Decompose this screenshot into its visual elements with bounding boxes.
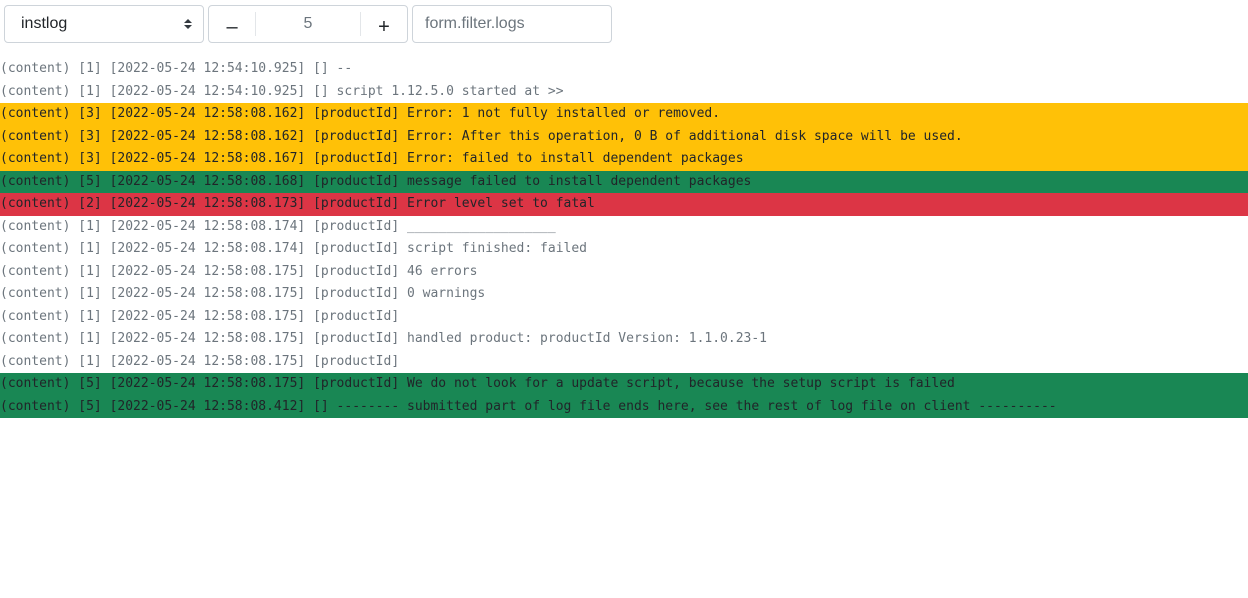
log-type-select-value: instlog bbox=[21, 15, 68, 32]
log-line: (content) [3] [2022-05-24 12:58:08.167] … bbox=[0, 148, 1248, 171]
log-line: (content) [5] [2022-05-24 12:58:08.412] … bbox=[0, 395, 1248, 418]
log-line: (content) [5] [2022-05-24 12:58:08.175] … bbox=[0, 373, 1248, 396]
log-line: (content) [1] [2022-05-24 12:58:08.174] … bbox=[0, 218, 556, 234]
log-line: (content) [1] [2022-05-24 12:54:10.925] … bbox=[0, 83, 564, 99]
log-line: (content) [1] [2022-05-24 12:58:08.174] … bbox=[0, 241, 587, 256]
log-line: (content) [2] [2022-05-24 12:58:08.173] … bbox=[0, 193, 1248, 216]
log-level-stepper: – 5 + bbox=[208, 5, 408, 43]
log-level-value[interactable]: 5 bbox=[255, 12, 361, 36]
log-line: (content) [1] [2022-05-24 12:58:08.175] … bbox=[0, 353, 400, 369]
log-line: (content) [1] [2022-05-24 12:58:08.175] … bbox=[0, 308, 400, 324]
log-line: (content) [1] [2022-05-24 12:54:10.925] … bbox=[0, 61, 353, 76]
log-line: (content) [1] [2022-05-24 12:58:08.175] … bbox=[0, 331, 768, 346]
sort-arrows-icon bbox=[184, 19, 192, 29]
log-line: (content) [1] [2022-05-24 12:58:08.175] … bbox=[0, 263, 478, 279]
decrement-button[interactable]: – bbox=[209, 6, 255, 42]
log-line: (content) [3] [2022-05-24 12:58:08.162] … bbox=[0, 125, 1248, 148]
log-type-select[interactable]: instlog bbox=[4, 5, 204, 43]
log-line: (content) [3] [2022-05-24 12:58:08.162] … bbox=[0, 103, 1248, 126]
filter-logs-input[interactable] bbox=[412, 5, 612, 43]
toolbar: instlog – 5 + bbox=[4, 5, 612, 43]
log-line: (content) [5] [2022-05-24 12:58:08.168] … bbox=[0, 170, 1248, 193]
log-line: (content) [1] [2022-05-24 12:58:08.175] … bbox=[0, 286, 486, 301]
log-output: (content) [1] [2022-05-24 12:54:10.925] … bbox=[0, 58, 1248, 418]
increment-button[interactable]: + bbox=[361, 6, 407, 42]
